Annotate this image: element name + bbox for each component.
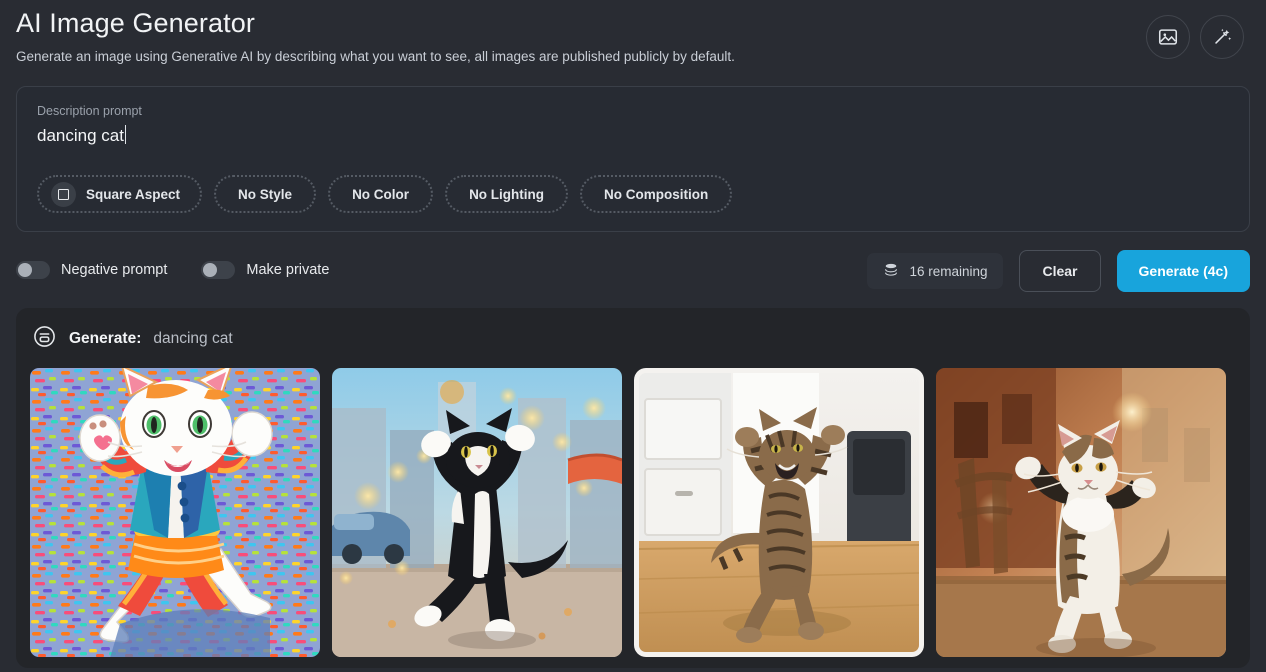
page-title: AI Image Generator: [16, 4, 1250, 42]
prompt-option-chips: Square Aspect No Style No Color No Light…: [37, 175, 1229, 213]
results-header: Generate: dancing cat: [30, 324, 1236, 354]
results-title: Generate:: [69, 330, 141, 348]
toggle-label: Make private: [246, 262, 329, 278]
result-image-1[interactable]: [30, 368, 320, 657]
toggle-make-private[interactable]: Make private: [201, 261, 329, 279]
chip-no-style[interactable]: No Style: [214, 175, 316, 213]
generate-button[interactable]: Generate (4c): [1117, 250, 1250, 292]
results-panel: Generate: dancing cat: [16, 308, 1250, 668]
chip-no-lighting[interactable]: No Lighting: [445, 175, 568, 213]
magic-wand-button[interactable]: [1200, 15, 1244, 59]
toggle-negative-prompt[interactable]: Negative prompt: [16, 261, 167, 279]
chip-no-color[interactable]: No Color: [328, 175, 433, 213]
magic-wand-icon: [1211, 26, 1233, 48]
image-icon: [1157, 26, 1179, 48]
results-grid: [30, 368, 1236, 657]
generated-image: [936, 368, 1226, 657]
generated-image: [639, 373, 919, 652]
generated-image: [30, 368, 320, 657]
prompt-input[interactable]: dancing cat: [37, 122, 1229, 148]
chip-square-aspect[interactable]: Square Aspect: [37, 175, 202, 213]
chip-label: Square Aspect: [86, 187, 180, 202]
make-private-switch[interactable]: [201, 261, 235, 279]
result-image-4[interactable]: [936, 368, 1226, 657]
results-prompt: dancing cat: [153, 330, 232, 348]
chip-label: No Lighting: [469, 187, 544, 202]
image-library-button[interactable]: [1146, 15, 1190, 59]
credits-text: 16 remaining: [909, 264, 987, 279]
coins-stack-icon: [883, 262, 899, 281]
text-caret: [125, 125, 126, 144]
page-header: AI Image Generator Generate an image usi…: [16, 0, 1250, 66]
generated-image: [332, 368, 622, 657]
result-image-3[interactable]: [634, 368, 924, 657]
negative-prompt-switch[interactable]: [16, 261, 50, 279]
chip-no-composition[interactable]: No Composition: [580, 175, 732, 213]
app-root: AI Image Generator Generate an image usi…: [0, 0, 1266, 672]
toggle-label: Negative prompt: [61, 262, 167, 278]
action-controls: 16 remaining Clear Generate (4c): [867, 250, 1250, 292]
bot-face-icon: [32, 324, 57, 354]
result-image-2[interactable]: [332, 368, 622, 657]
chip-label: No Style: [238, 187, 292, 202]
prompt-label: Description prompt: [37, 103, 1229, 119]
chip-label: No Color: [352, 187, 409, 202]
credits-badge: 16 remaining: [867, 253, 1003, 289]
chip-label: No Composition: [604, 187, 708, 202]
options-row: Negative prompt Make private 16 remainin…: [16, 250, 1250, 290]
prompt-input-value: dancing cat: [37, 124, 124, 148]
header-actions: [1146, 15, 1244, 59]
page-subtitle: Generate an image using Generative AI by…: [16, 48, 1250, 66]
prompt-panel: Description prompt dancing cat Square As…: [16, 86, 1250, 232]
clear-button[interactable]: Clear: [1019, 250, 1100, 292]
square-icon: [51, 182, 76, 207]
